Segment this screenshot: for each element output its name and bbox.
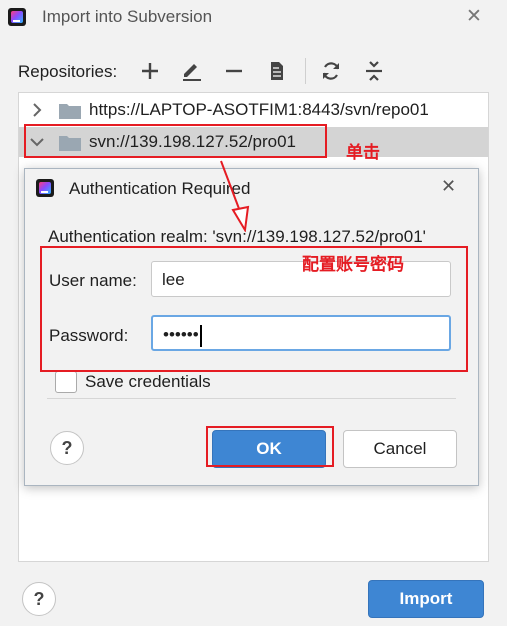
edit-pencil-icon[interactable] [179, 58, 205, 84]
cancel-button[interactable]: Cancel [343, 430, 457, 468]
annotation-arrow-icon [220, 160, 250, 232]
save-credentials-label: Save credentials [85, 372, 211, 391]
folder-icon [59, 104, 81, 119]
refresh-icon[interactable] [318, 58, 344, 84]
credentials-annotation: 配置账号密码 [302, 255, 404, 274]
copy-document-icon[interactable] [263, 58, 289, 84]
help-button[interactable]: ? [22, 582, 56, 616]
close-icon[interactable]: ✕ [441, 176, 456, 197]
repository-url: https://LAPTOP-ASOTFIM1:8443/svn/repo01 [89, 100, 429, 119]
ok-highlight-box [206, 426, 334, 467]
import-button[interactable]: Import [368, 580, 484, 618]
remove-icon[interactable] [221, 58, 247, 84]
chevron-right-icon[interactable] [28, 101, 46, 119]
title-bar: Import into Subversion ✕ [0, 0, 507, 36]
add-icon[interactable] [137, 58, 163, 84]
toolbar-divider [305, 58, 306, 84]
repositories-label: Repositories: [18, 62, 118, 81]
click-annotation: 单击 [346, 143, 380, 162]
repository-row[interactable]: https://LAPTOP-ASOTFIM1:8443/svn/repo01 [19, 95, 488, 125]
help-button[interactable]: ? [50, 431, 84, 465]
save-credentials-checkbox[interactable] [55, 371, 77, 393]
window-title: Import into Subversion [42, 7, 213, 26]
intellij-logo-icon [36, 179, 54, 197]
click-highlight-box [24, 124, 327, 158]
intellij-logo-icon [8, 8, 26, 26]
collapse-all-icon[interactable] [361, 58, 387, 84]
dialog-divider [47, 398, 456, 399]
close-icon[interactable]: ✕ [466, 5, 482, 28]
